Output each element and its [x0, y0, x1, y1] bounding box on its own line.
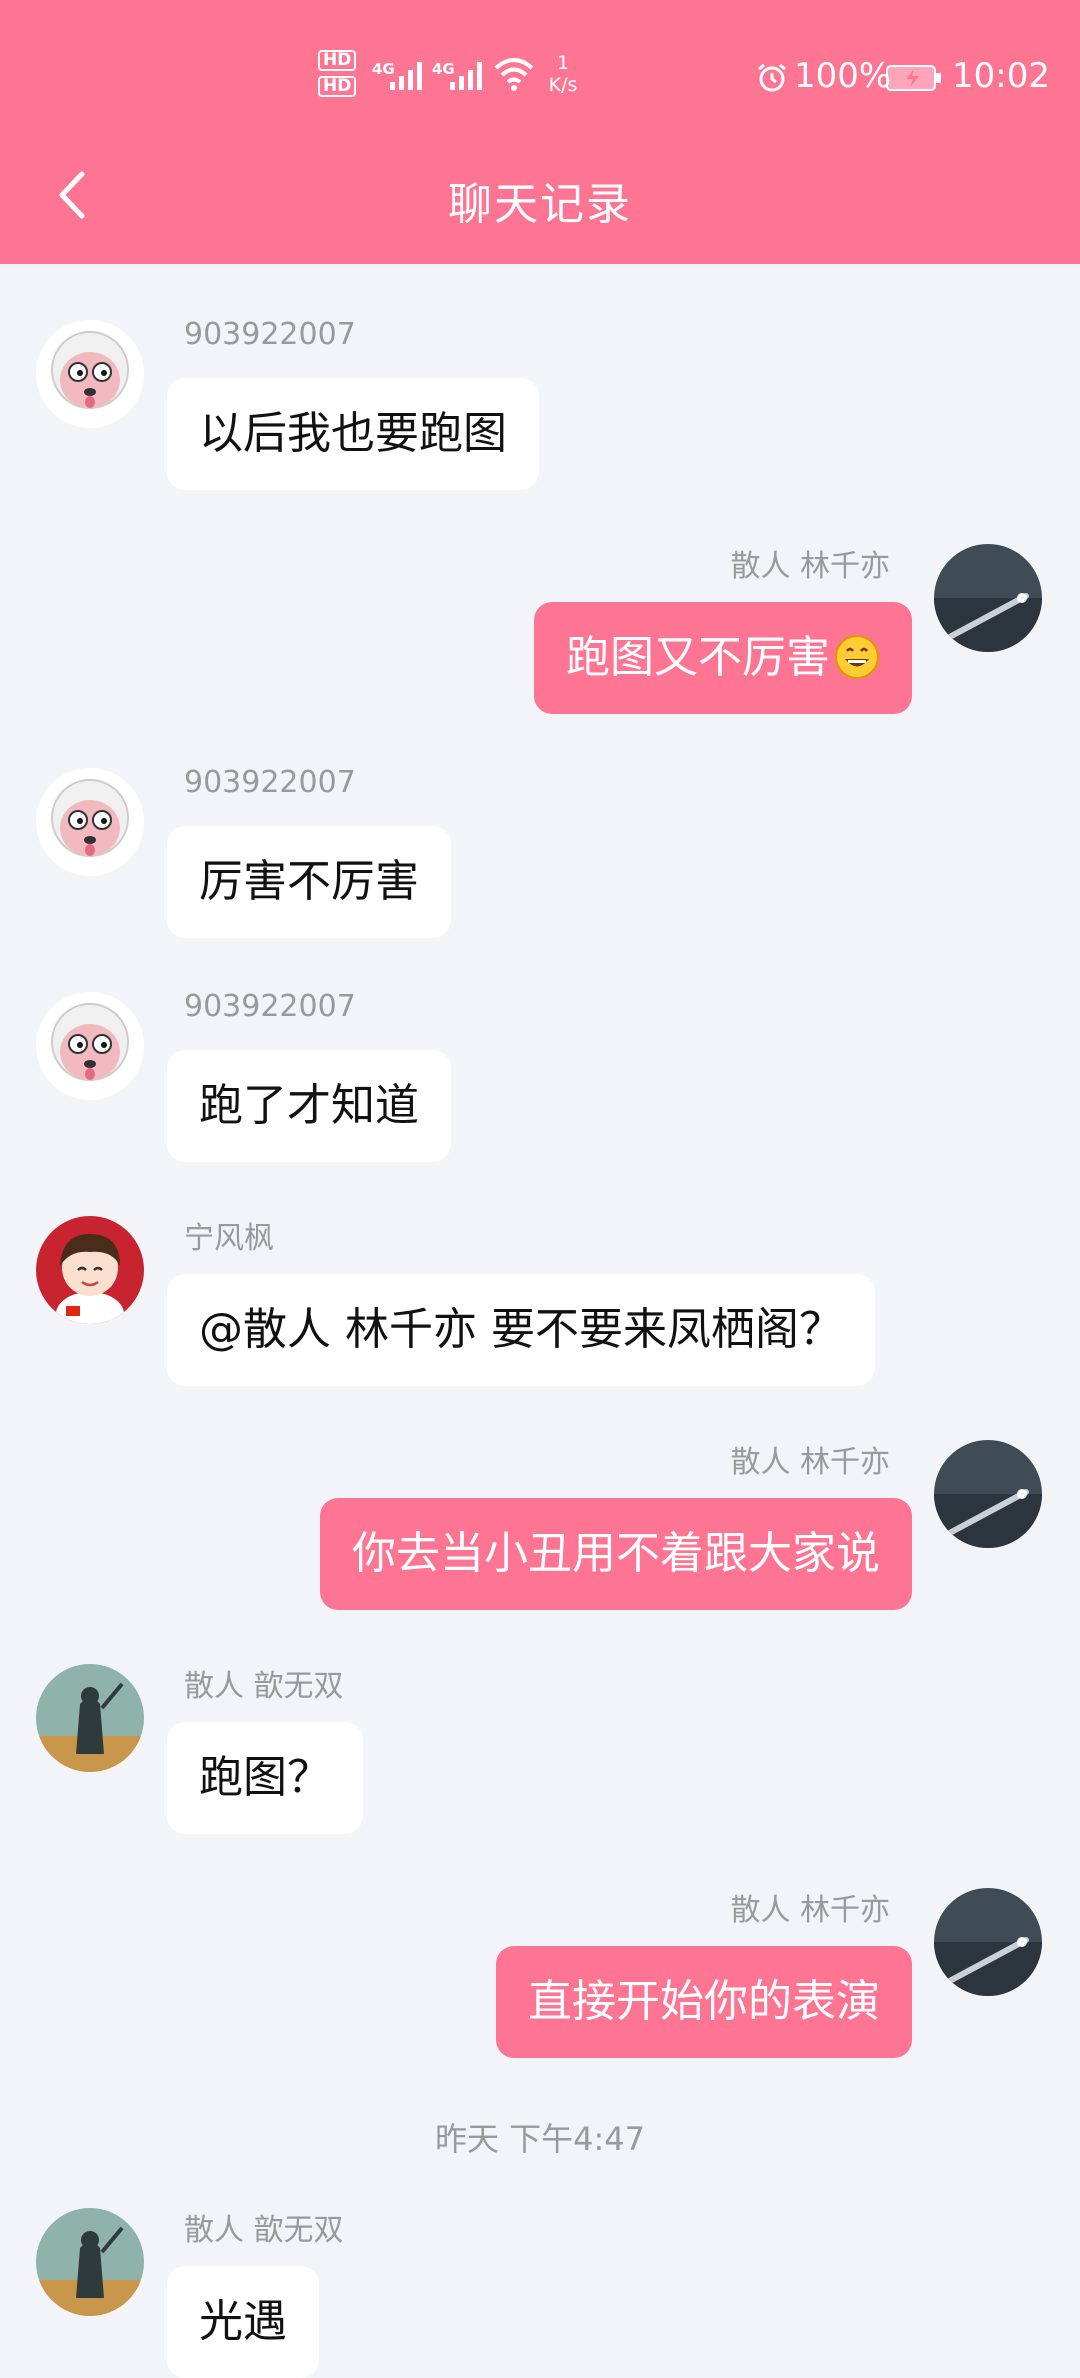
message-bubble[interactable]: 光遇 — [167, 2266, 319, 2378]
message-bubble[interactable]: 厉害不厉害 — [167, 826, 451, 938]
sender-name: 903922007 — [184, 765, 356, 800]
warrior-avatar-icon[interactable] — [36, 1664, 144, 1772]
message-text: 以后我也要跑图 — [199, 408, 507, 459]
sender-name: 散人 林千亦 — [730, 549, 890, 584]
boy-avatar-icon[interactable] — [36, 1216, 144, 1324]
signal2-icon — [450, 62, 482, 90]
status-bar: HD HD 4G 4G 1 K/s 100% 10:02 — [0, 0, 1080, 150]
sender-name: 散人 林千亦 — [730, 1893, 890, 1928]
hd2-label: HD — [318, 76, 356, 97]
message-bubble[interactable]: 跑图又不厉害 — [534, 602, 912, 714]
alarm-icon — [758, 63, 786, 92]
message-bubble[interactable]: 直接开始你的表演 — [496, 1946, 912, 2058]
message-text: 跑图又不厉害 — [566, 632, 830, 683]
message-text: 厉害不厉害 — [199, 856, 419, 907]
message-bubble[interactable]: 你去当小丑用不着跟大家说 — [320, 1498, 912, 1610]
sender-name: 宁风枫 — [184, 1221, 274, 1256]
sheep-avatar-icon[interactable] — [36, 320, 144, 428]
warrior-avatar-icon[interactable] — [36, 2208, 144, 2316]
grinning-face-emoji-icon — [835, 635, 879, 679]
top-bar: HD HD 4G 4G 1 K/s 100% 10:02 聊天记录 — [0, 0, 1080, 264]
message-text: 直接开始你的表演 — [528, 1976, 880, 2027]
sender-name: 散人 歆无双 — [184, 2213, 344, 2248]
chat-history[interactable]: 903922007 以后我也要跑图 散人 林千亦 跑图又不厉害 90392200… — [0, 264, 1080, 2378]
sender-name: 903922007 — [184, 317, 356, 352]
signal1-icon — [390, 62, 422, 90]
speed-unit: K/s — [548, 74, 578, 96]
sheep-avatar-icon[interactable] — [36, 768, 144, 876]
message-text: @散人 林千亦 要不要来凤栖阁？ — [199, 1304, 843, 1355]
timestamp-divider: 昨天 下午4:47 — [434, 2120, 646, 2158]
message-text: 跑图？ — [199, 1752, 331, 1803]
sender-name: 散人 歆无双 — [184, 1669, 344, 1704]
sender-name: 散人 林千亦 — [730, 1445, 890, 1480]
dark-avatar-icon[interactable] — [934, 1440, 1042, 1548]
network-speed: 1 K/s — [548, 52, 578, 96]
hd1-label: HD — [318, 50, 356, 71]
message-text: 光遇 — [199, 2296, 287, 2347]
clock: 10:02 — [952, 56, 1050, 96]
message-text: 你去当小丑用不着跟大家说 — [352, 1528, 880, 1579]
speed-value: 1 — [556, 52, 570, 74]
message-bubble[interactable]: 跑图？ — [167, 1722, 363, 1834]
message-text: 跑了才知道 — [199, 1080, 419, 1131]
page-title: 聊天记录 — [448, 179, 632, 230]
dark-avatar-icon[interactable] — [934, 544, 1042, 652]
wifi-icon — [494, 58, 534, 91]
sheep-avatar-icon[interactable] — [36, 992, 144, 1100]
message-bubble[interactable]: 跑了才知道 — [167, 1050, 451, 1162]
battery-icon — [886, 65, 941, 91]
message-bubble[interactable]: 以后我也要跑图 — [167, 378, 539, 490]
sender-name: 903922007 — [184, 989, 356, 1024]
hd-indicator: HD HD — [318, 50, 364, 106]
battery-percent: 100% — [794, 56, 892, 96]
message-bubble[interactable]: @散人 林千亦 要不要来凤栖阁？ — [167, 1274, 875, 1386]
dark-avatar-icon[interactable] — [934, 1888, 1042, 1996]
